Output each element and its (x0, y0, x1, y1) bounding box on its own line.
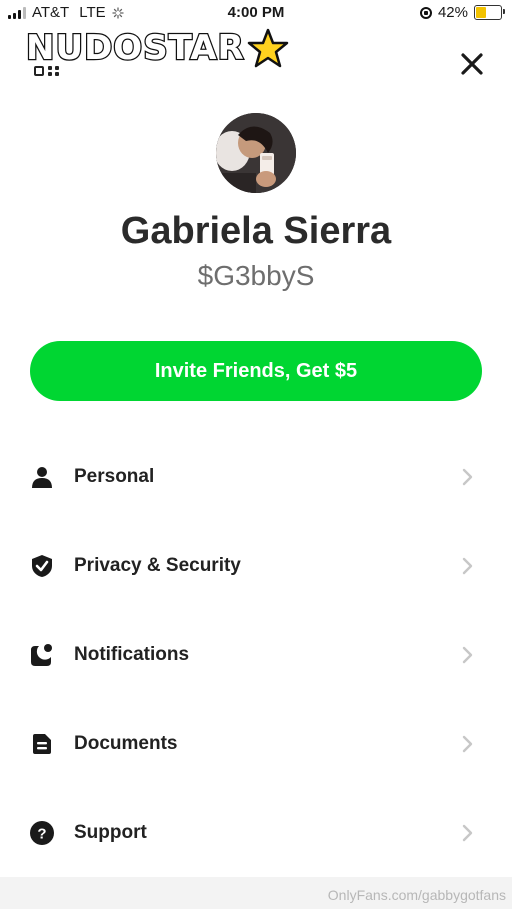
chevron-right-icon (462, 646, 473, 664)
invite-friends-button[interactable]: Invite Friends, Get $5 (30, 341, 482, 401)
profile-name: Gabriela Sierra (120, 210, 392, 252)
settings-menu: Personal Privacy & Security Notification… (0, 432, 512, 877)
profile-photo (216, 113, 296, 193)
battery-percent: 42% (437, 4, 468, 21)
menu-item-notifications[interactable]: Notifications (0, 610, 512, 699)
close-icon[interactable] (458, 50, 486, 78)
shield-check-icon (32, 555, 52, 577)
chevron-right-icon (462, 824, 473, 842)
watermark-logo-text: NUDOSTAR (25, 27, 245, 70)
avatar[interactable] (216, 113, 296, 193)
menu-item-label: Personal (74, 466, 155, 487)
orientation-lock-icon (419, 6, 432, 19)
chevron-right-icon (462, 468, 473, 486)
menu-item-support[interactable]: ? Support (0, 788, 512, 877)
profile-cashtag: $G3bbyS (197, 260, 315, 291)
menu-item-privacy-security[interactable]: Privacy & Security (0, 521, 512, 610)
chevron-right-icon (462, 735, 473, 753)
menu-item-label: Documents (74, 733, 178, 754)
menu-item-personal[interactable]: Personal (0, 432, 512, 521)
chevron-right-icon (462, 557, 473, 575)
battery-icon (474, 5, 505, 20)
document-icon (33, 734, 51, 754)
menu-item-documents[interactable]: Documents (0, 699, 512, 788)
person-icon (32, 467, 52, 488)
footer-bar: OnlyFans.com/gabbygotfans (0, 877, 512, 909)
notification-icon (31, 644, 52, 666)
menu-item-label: Privacy & Security (74, 555, 241, 576)
menu-item-label: Notifications (74, 644, 190, 665)
battery-status: 42% (419, 4, 505, 21)
watermark-footer-text: OnlyFans.com/gabbygotfans (327, 887, 506, 903)
menu-item-label: Support (74, 822, 147, 843)
star-icon (247, 28, 288, 68)
help-icon: ? (30, 821, 54, 845)
status-bar: AT&T LTE 4:00 PM 42% (0, 0, 512, 26)
qr-code-icon[interactable] (34, 64, 64, 78)
watermark-logo: NUDOSTAR (25, 27, 289, 70)
svg-text:?: ? (37, 826, 46, 843)
